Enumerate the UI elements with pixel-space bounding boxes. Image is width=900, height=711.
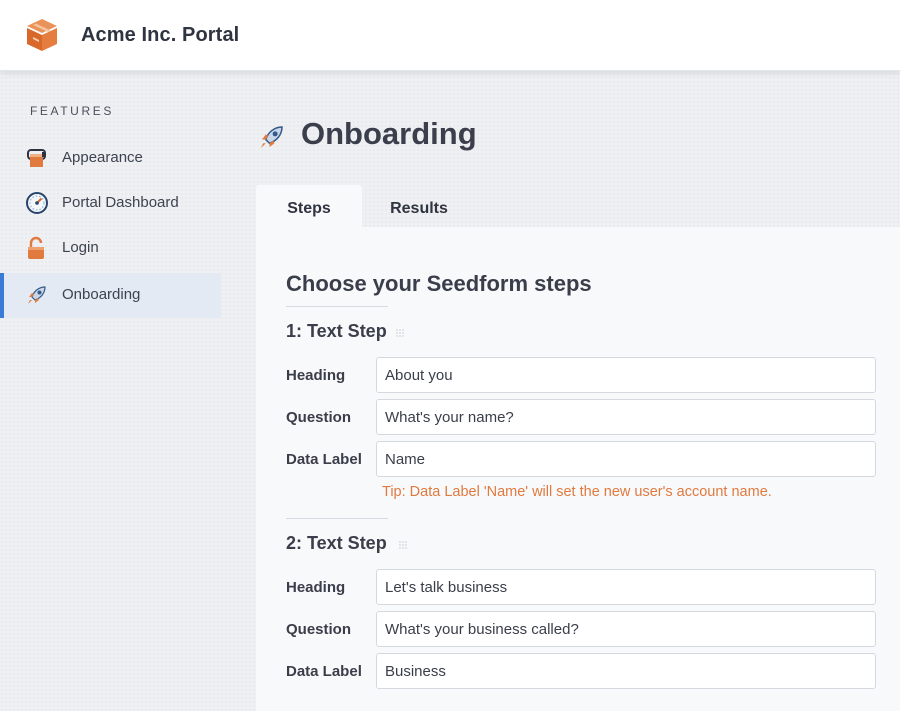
sidebar-item-appearance[interactable]: Appearance — [0, 136, 221, 181]
sidebar-item-label: Portal Dashboard — [62, 194, 179, 211]
field-label-heading: Heading — [286, 579, 346, 596]
sidebar-item-portal-dashboard[interactable]: Portal Dashboard — [0, 181, 221, 226]
heading-field[interactable] — [376, 569, 876, 605]
field-label-data-label: Data Label — [286, 451, 362, 468]
drag-handle-icon[interactable] — [398, 540, 408, 550]
data-label-field[interactable] — [376, 653, 876, 689]
divider — [286, 518, 388, 519]
sidebar-heading: FEATURES — [30, 104, 114, 118]
tab-steps[interactable]: Steps — [256, 185, 362, 227]
unlocked-padlock-icon — [28, 236, 44, 259]
top-header: Acme Inc. Portal — [0, 0, 900, 71]
step-title: 2: Text Step — [286, 533, 387, 553]
question-field[interactable] — [376, 399, 876, 435]
field-label-data-label: Data Label — [286, 663, 362, 680]
field-label-heading: Heading — [286, 367, 346, 384]
sidebar-item-label: Login — [62, 239, 99, 256]
heading-field[interactable] — [376, 357, 876, 393]
sidebar-item-label: Appearance — [62, 149, 143, 166]
box-logo-icon[interactable] — [24, 17, 60, 53]
question-field[interactable] — [376, 611, 876, 647]
tab-results[interactable]: Results — [362, 185, 476, 227]
rocket-icon — [28, 286, 46, 304]
rocket-icon — [260, 126, 283, 149]
drag-handle-icon[interactable] — [395, 328, 405, 338]
steps-panel: Choose your Seedform steps 1: Text Step … — [256, 227, 900, 711]
step-title: 1: Text Step — [286, 321, 387, 341]
divider — [286, 306, 388, 307]
sidebar-item-label: Onboarding — [62, 286, 141, 303]
paint-roller-icon — [27, 149, 46, 167]
sidebar-item-login[interactable]: Login — [0, 226, 221, 271]
tip-text: Tip: Data Label 'Name' will set the new … — [382, 484, 772, 500]
page-title: Onboarding — [301, 116, 477, 151]
field-label-question: Question — [286, 621, 352, 638]
dashboard-gauge-icon — [26, 192, 48, 214]
section-title: Choose your Seedform steps — [286, 271, 592, 296]
data-label-field[interactable] — [376, 441, 876, 477]
field-label-question: Question — [286, 409, 352, 426]
sidebar: FEATURES Appearance Portal Dashboard Log… — [0, 71, 221, 711]
sidebar-item-onboarding[interactable]: Onboarding — [0, 273, 221, 318]
app-title[interactable]: Acme Inc. Portal — [81, 24, 239, 47]
